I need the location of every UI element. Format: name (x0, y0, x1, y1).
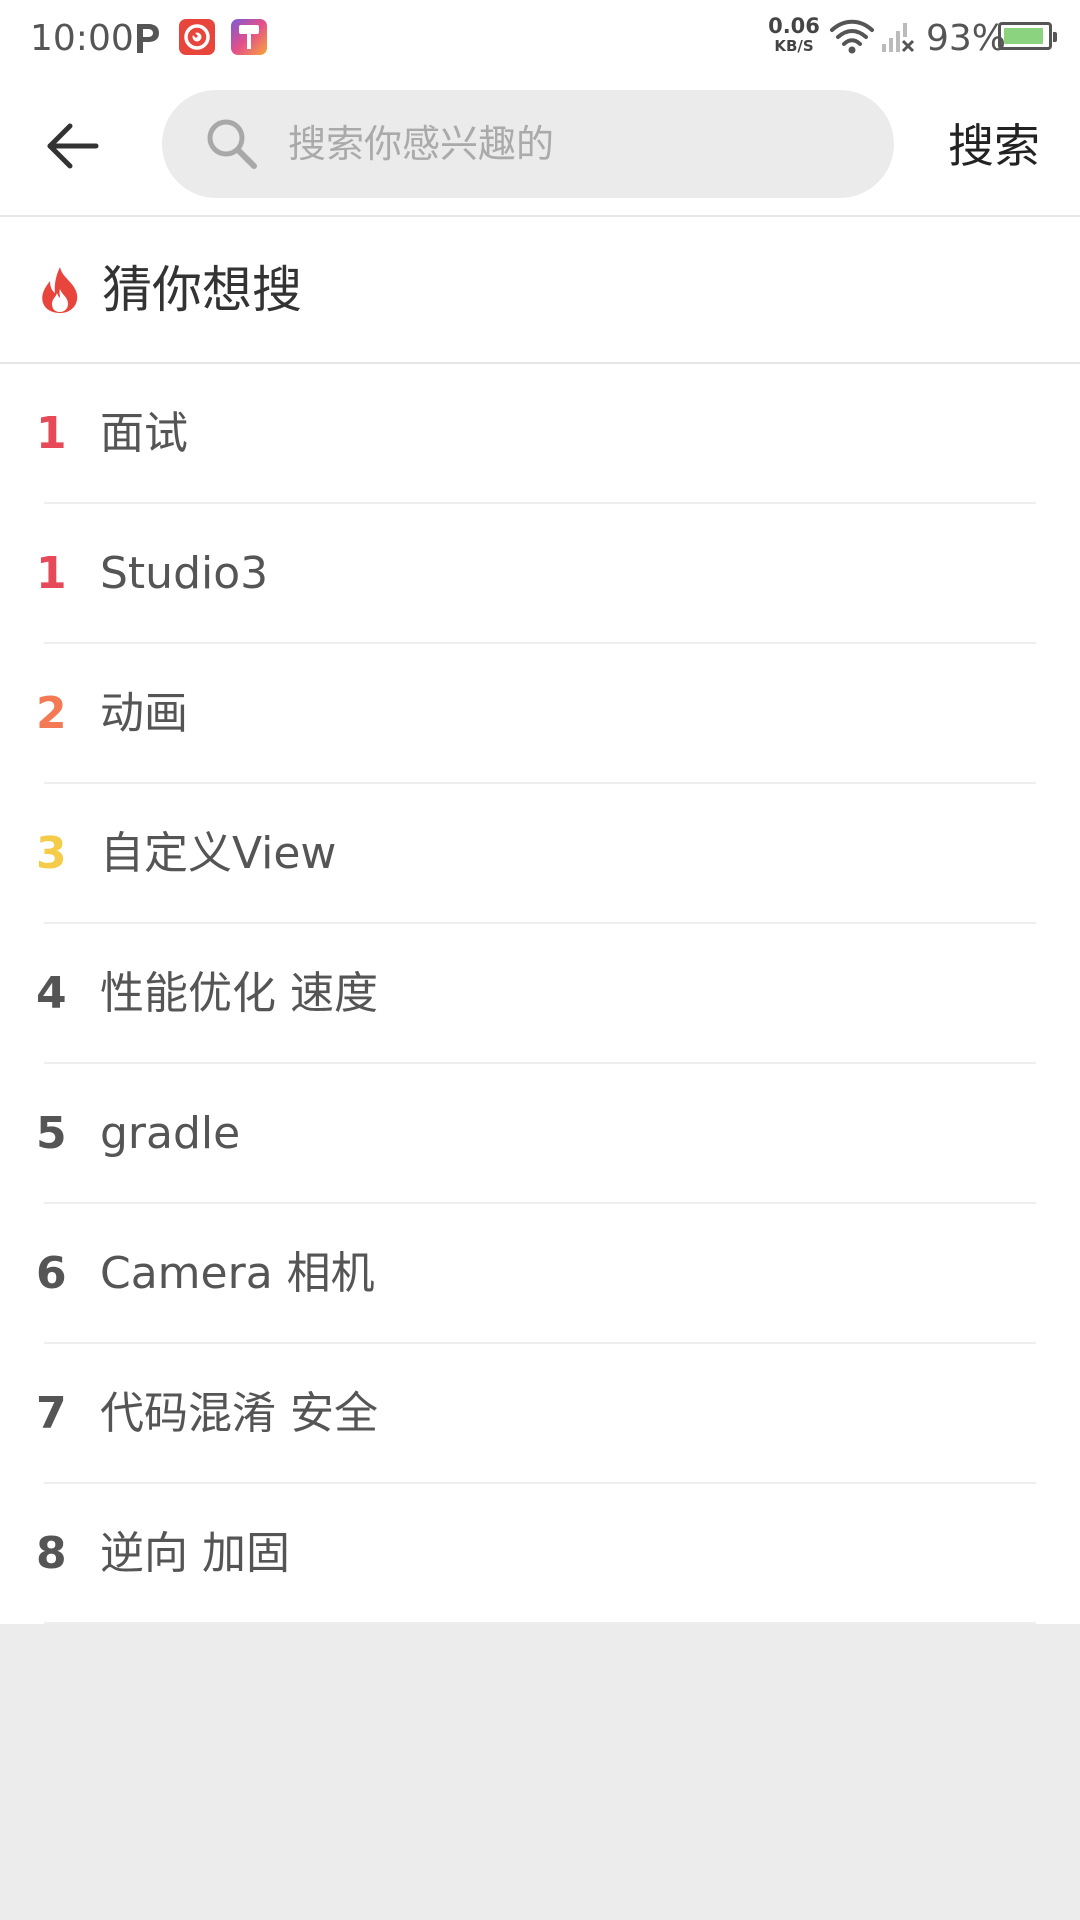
list-item[interactable]: 7 代码混淆 安全 (0, 1344, 1080, 1484)
parking-p-icon (132, 20, 162, 56)
wifi-icon (830, 18, 874, 54)
list-item[interactable]: 8 逆向 加固 (0, 1484, 1080, 1624)
search-input[interactable] (288, 116, 848, 172)
list-item[interactable]: 3 自定义View (0, 784, 1080, 924)
section-title: 猜你想搜 (102, 261, 302, 319)
hot-search-list: 1 面试 1 Studio3 2 动画 3 自定义View 4 性能优化 速度 … (0, 364, 1080, 1624)
suggestion-text: 自定义View (100, 828, 337, 879)
battery-icon (998, 22, 1057, 50)
net-speed-value: 0.06 (768, 14, 820, 38)
suggestion-text: 面试 (100, 408, 188, 459)
rank-number: 6 (36, 1248, 67, 1299)
list-item[interactable]: 6 Camera 相机 (0, 1204, 1080, 1344)
suggestion-section-header: 猜你想搜 (0, 217, 1080, 364)
paint-roller-app-icon (230, 18, 268, 56)
suggestion-text: 性能优化 速度 (100, 968, 378, 1019)
arrow-left-icon (47, 123, 99, 169)
battery-level-fill (1004, 28, 1043, 44)
net-speed-unit: KB/S (774, 37, 814, 55)
net-speed-indicator: 0.06 KB/S (766, 16, 822, 56)
list-item[interactable]: 2 动画 (0, 644, 1080, 784)
list-item[interactable]: 5 gradle (0, 1064, 1080, 1204)
screen: 10:00 0.06 KB/S 93% 搜索你感兴趣的 搜索 猜你想搜 1 面试… (0, 0, 1080, 1920)
cellular-signal-no-service-icon (880, 20, 916, 54)
search-button[interactable]: 搜索 (948, 116, 1040, 176)
rank-number: 4 (36, 968, 67, 1019)
suggestion-text: Studio3 (100, 548, 269, 599)
suggestion-text: gradle (100, 1108, 241, 1159)
search-box[interactable] (162, 90, 894, 198)
list-item[interactable]: 1 面试 (0, 364, 1080, 504)
status-bar: 10:00 0.06 KB/S 93% (0, 0, 1080, 78)
suggestion-text: Camera 相机 (100, 1248, 375, 1299)
list-item[interactable]: 4 性能优化 速度 (0, 924, 1080, 1064)
rank-number: 8 (36, 1528, 67, 1579)
suggestion-text: 代码混淆 安全 (100, 1388, 378, 1439)
search-header: 搜索 (0, 78, 1080, 217)
status-time: 10:00 (30, 18, 134, 59)
magnifier-icon (204, 116, 260, 172)
rank-number: 1 (36, 548, 67, 599)
suggestion-text: 逆向 加固 (100, 1528, 290, 1579)
back-button[interactable] (36, 110, 108, 182)
camera-app-icon (178, 18, 216, 56)
rank-number: 3 (36, 828, 67, 879)
fire-icon (38, 265, 82, 315)
rank-number: 1 (36, 408, 67, 459)
rank-number: 2 (36, 688, 67, 739)
list-item[interactable]: 1 Studio3 (0, 504, 1080, 644)
rank-number: 7 (36, 1388, 67, 1439)
suggestion-text: 动画 (100, 688, 188, 739)
rank-number: 5 (36, 1108, 67, 1159)
battery-percent: 93% (926, 18, 1007, 59)
